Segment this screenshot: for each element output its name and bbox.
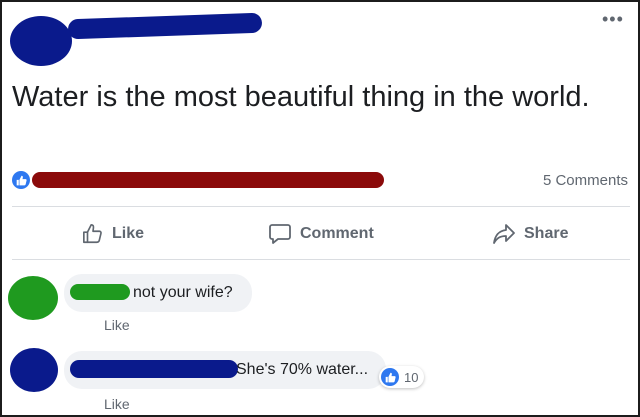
comment-like-link[interactable]: Like [104,317,130,333]
commenter-name-redacted[interactable] [70,360,238,378]
like-reaction-icon[interactable] [12,171,30,189]
reactors-names-redacted[interactable] [32,172,384,188]
author-name-redacted[interactable] [67,12,263,40]
like-reaction-icon [381,368,399,386]
divider [12,259,630,260]
share-button[interactable]: Share [492,220,568,248]
share-icon [492,223,516,245]
post-text: Water is the most beautiful thing in the… [12,81,590,113]
facebook-post-card: ••• Water is the most beautiful thing in… [0,0,640,417]
more-icon[interactable]: ••• [602,10,624,28]
comment-icon [268,223,292,245]
divider [12,206,630,207]
commenter-avatar-redacted[interactable] [8,276,58,320]
like-button[interactable]: Like [82,220,144,248]
comment-button[interactable]: Comment [268,220,374,248]
comments-count[interactable]: 5 Comments [543,172,628,189]
comment-button-label: Comment [300,225,374,242]
commenter-name-redacted[interactable] [70,284,130,300]
share-button-label: Share [524,225,569,242]
reaction-count: 10 [404,369,419,385]
author-avatar-redacted[interactable] [10,16,72,66]
comment-text: not your wife? [133,284,233,301]
comment-like-link[interactable]: Like [104,396,130,412]
comment-text: She's 70% water... [236,361,369,378]
comment-reactions[interactable]: 10 [379,366,425,388]
like-button-label: Like [112,225,145,242]
commenter-avatar-redacted[interactable] [10,348,58,392]
thumbs-up-icon [82,223,104,245]
